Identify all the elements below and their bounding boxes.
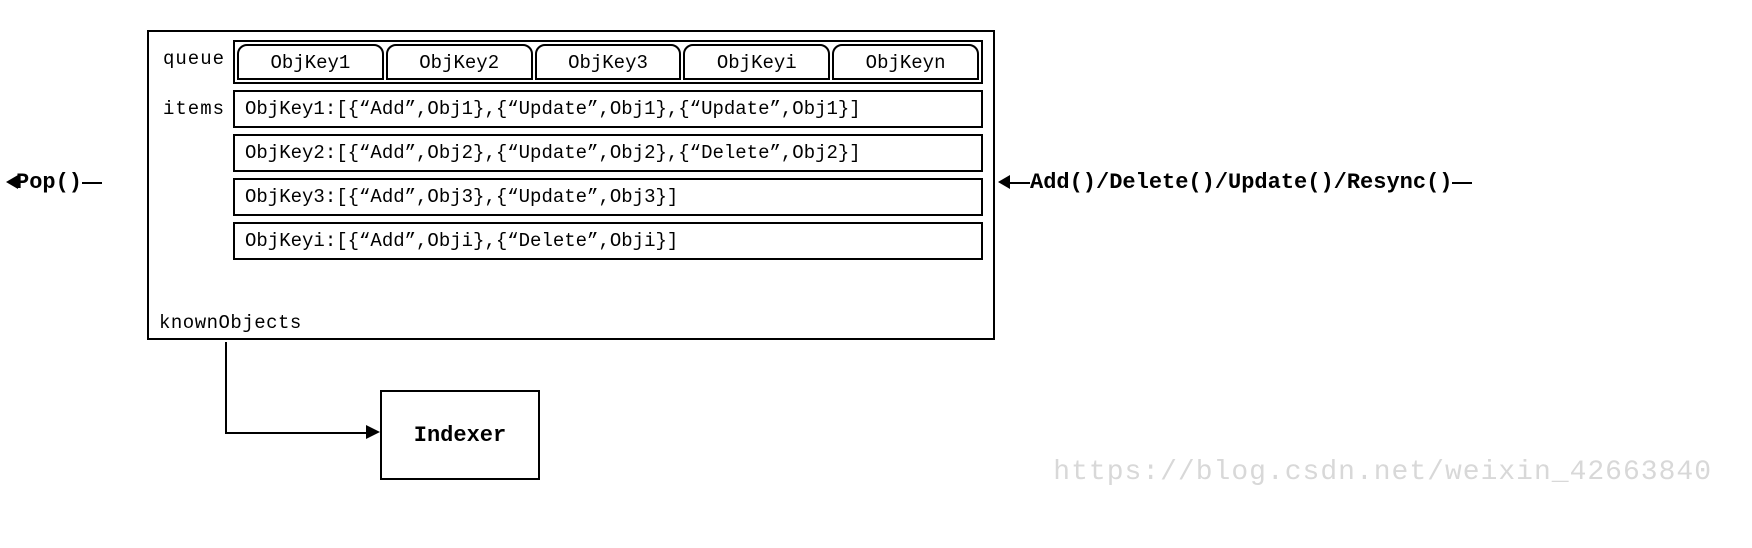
item-entry: ObjKey1:[{“Add”,Obj1},{“Update”,Obj1},{“… <box>233 90 983 128</box>
indexer-label: Indexer <box>414 423 506 448</box>
queue-label: queue <box>163 40 233 70</box>
ops-label: Add()/Delete()/Update()/Resync() <box>998 170 1472 195</box>
queue-key: ObjKeyn <box>832 44 979 80</box>
queue-strip: ObjKey1 ObjKey2 ObjKey3 ObjKeyi ObjKeyn <box>233 40 983 84</box>
item-entry: ObjKeyi:[{“Add”,Obji},{“Delete”,Obji}] <box>233 222 983 260</box>
arrow-right-icon <box>366 425 380 439</box>
item-entry: ObjKey3:[{“Add”,Obj3},{“Update”,Obj3}] <box>233 178 983 216</box>
queue-key: ObjKey3 <box>535 44 682 80</box>
delta-fifo-box: queue ObjKey1 ObjKey2 ObjKey3 ObjKeyi Ob… <box>147 30 995 340</box>
queue-key: ObjKey1 <box>237 44 384 80</box>
watermark-text: https://blog.csdn.net/weixin_42663840 <box>1053 457 1712 488</box>
queue-key: ObjKeyi <box>683 44 830 80</box>
ops-text: Add()/Delete()/Update()/Resync() <box>1030 170 1452 195</box>
connector-line <box>225 432 368 434</box>
connector-line <box>225 342 227 432</box>
items-row: items ObjKey1:[{“Add”,Obj1},{“Update”,Ob… <box>163 90 983 260</box>
queue-key: ObjKey2 <box>386 44 533 80</box>
items-label: items <box>163 90 233 120</box>
queue-row: queue ObjKey1 ObjKey2 ObjKey3 ObjKeyi Ob… <box>163 40 983 84</box>
connector-line <box>1010 182 1030 184</box>
diagram-canvas: Pop() queue ObjKey1 ObjKey2 ObjKey3 ObjK… <box>0 0 1752 548</box>
known-objects-label: knownObjects <box>159 312 302 334</box>
connector-line <box>1452 182 1472 184</box>
pop-text: Pop() <box>16 170 82 195</box>
item-entry: ObjKey2:[{“Add”,Obj2},{“Update”,Obj2},{“… <box>233 134 983 172</box>
arrow-left-icon <box>6 170 16 195</box>
connector-line <box>82 182 102 184</box>
pop-op-label: Pop() <box>6 170 102 195</box>
items-list: ObjKey1:[{“Add”,Obj1},{“Update”,Obj1},{“… <box>233 90 983 260</box>
indexer-box: Indexer <box>380 390 540 480</box>
arrow-left-icon <box>998 170 1010 195</box>
